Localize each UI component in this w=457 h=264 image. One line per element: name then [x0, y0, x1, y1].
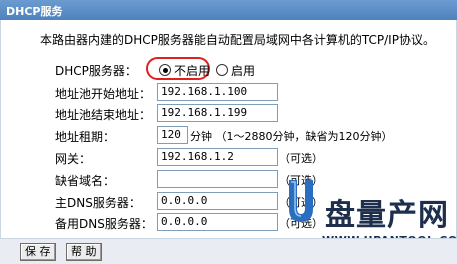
window-title: DHCP服务: [6, 5, 63, 18]
domain-label: 缺省域名：: [55, 174, 116, 188]
save-button[interactable]: 保 存: [20, 243, 56, 261]
gateway-label: 网关：: [55, 152, 92, 166]
title-bar: DHCP服务: [0, 0, 457, 20]
watermark-brand: 盘量产网: [325, 198, 449, 233]
domain-input[interactable]: [157, 170, 278, 188]
watermark-logo-icon: [289, 180, 313, 222]
primary-dns-input[interactable]: 0.0.0.0: [157, 192, 278, 210]
end-address-label: 地址池结束地址：: [55, 108, 152, 122]
help-button[interactable]: 帮 助: [66, 243, 102, 261]
gateway-input[interactable]: 192.168.1.2: [157, 148, 278, 166]
lease-time-input[interactable]: 120: [157, 126, 188, 144]
description-text: 本路由器内建的DHCP服务器能自动配置局域网中各计算机的TCP/IP协议。: [40, 33, 435, 47]
primary-dns-label: 主DNS服务器：: [55, 196, 141, 210]
secondary-dns-label: 备用DNS服务器：: [55, 217, 153, 231]
secondary-dns-input[interactable]: 0.0.0.0: [157, 213, 278, 231]
lease-time-label: 地址租期：: [55, 130, 116, 144]
radio-enable[interactable]: [216, 64, 228, 76]
start-address-input[interactable]: 192.168.1.100: [157, 83, 278, 101]
start-address-label: 地址池开始地址：: [55, 87, 152, 101]
gateway-optional: （可选）: [279, 152, 323, 165]
end-address-input[interactable]: 192.168.1.199: [157, 104, 278, 122]
radio-enable-label: 启用: [231, 64, 256, 78]
dhcp-server-label: DHCP服务器：: [55, 64, 137, 78]
radio-disable[interactable]: [159, 64, 171, 76]
radio-disable-label: 不启用: [174, 64, 211, 78]
lease-time-hint: 分钟 （1～2880分钟，缺省为120分钟）: [190, 130, 393, 143]
